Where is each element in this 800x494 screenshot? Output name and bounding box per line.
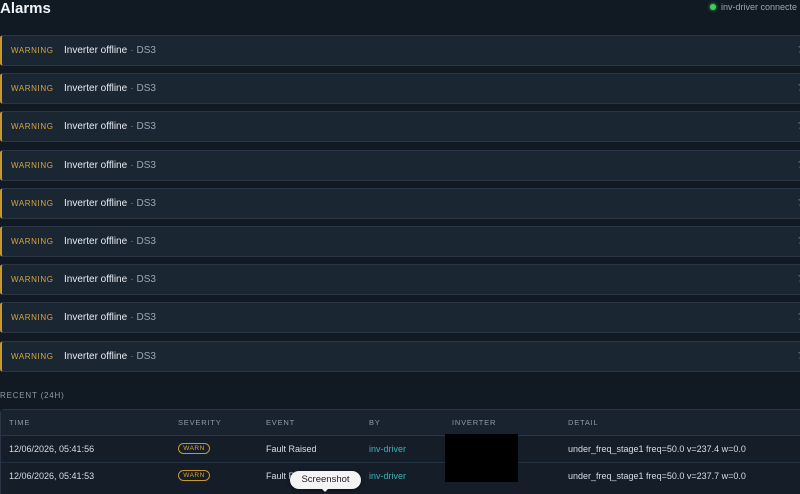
alarm-item[interactable]: WARNING Inverter offline · DS3 7 <box>0 225 800 257</box>
table-row[interactable]: 12/06/2026, 05:41:56 WARN Fault Raised i… <box>1 435 800 463</box>
alarm-message: Inverter offline <box>64 45 128 56</box>
alarm-level: WARNING <box>11 198 54 208</box>
column-header-inverter[interactable]: INVERTER <box>452 418 496 427</box>
alarm-source: DS3 <box>136 312 156 324</box>
table-row[interactable]: 12/06/2026, 05:41:53 WARN Fault R inv-dr… <box>1 462 800 489</box>
alarm-source: DS3 <box>136 350 156 362</box>
alarm-source: DS3 <box>136 159 156 171</box>
alarm-separator: · <box>130 45 134 56</box>
screenshot-tooltip: Screenshot <box>290 471 361 489</box>
severity-badge: WARN <box>178 443 210 454</box>
alarm-item[interactable]: WARNING Inverter offline · DS3 7 <box>0 187 800 219</box>
recent-section-label: RECENT (24H) <box>0 391 65 400</box>
alarm-level: WARNING <box>11 236 54 246</box>
cell-time: 12/06/2026, 05:41:53 <box>9 471 95 481</box>
redacted-inverter-block <box>445 434 518 482</box>
cell-detail: under_freq_stage1 freq=50.0 v=237.7 w=0.… <box>568 471 746 481</box>
alarm-item[interactable]: WARNING Inverter offline · DS3 7 <box>0 149 800 181</box>
alarm-separator: · <box>130 274 134 286</box>
alarm-separator: · <box>130 121 134 133</box>
alarm-separator: · <box>130 312 134 324</box>
column-header-by[interactable]: BY <box>369 418 381 427</box>
column-header-time[interactable]: TIME <box>9 418 30 427</box>
alarm-item[interactable]: WARNING Inverter offline · DS3 7 <box>0 35 800 66</box>
alarm-message: Inverter offline <box>64 312 128 324</box>
column-header-severity[interactable]: SEVERITY <box>178 418 222 427</box>
recent-events-table: TIME SEVERITY EVENT BY INVERTER DETAIL 1… <box>0 409 800 494</box>
cell-by[interactable]: inv-driver <box>369 471 406 481</box>
column-header-detail[interactable]: DETAIL <box>568 418 599 427</box>
alarm-source: DS3 <box>136 121 156 133</box>
alarm-level: WARNING <box>11 84 54 94</box>
alarm-separator: · <box>130 197 134 209</box>
alarm-source: DS3 <box>136 235 156 247</box>
alarm-message: Inverter offline <box>64 350 128 362</box>
alarm-level: WARNING <box>11 313 54 323</box>
alarm-item[interactable]: WARNING Inverter offline · DS3 7 <box>0 340 800 372</box>
cell-time: 12/06/2026, 05:41:56 <box>9 444 95 454</box>
table-header: TIME SEVERITY EVENT BY INVERTER DETAIL <box>1 410 800 436</box>
alarm-source: DS3 <box>136 197 156 209</box>
alarm-level: WARNING <box>11 46 54 55</box>
alarm-message: Inverter offline <box>64 235 128 247</box>
alarm-source: DS3 <box>136 83 156 95</box>
alarm-level: WARNING <box>11 160 54 170</box>
connection-status-label: inv-driver connecte <box>721 2 798 12</box>
alarm-item[interactable]: WARNING Inverter offline · DS3 7 <box>0 302 800 334</box>
alarm-item[interactable]: WARNING Inverter offline · DS3 7 <box>0 111 800 143</box>
active-alarm-list: WARNING Inverter offline · DS3 7 WARNING… <box>0 35 800 379</box>
alarm-item[interactable]: WARNING Inverter offline · DS3 7 <box>0 264 800 296</box>
alarm-source: DS3 <box>136 274 156 286</box>
alarm-message: Inverter offline <box>64 83 128 95</box>
alarm-level: WARNING <box>11 275 54 285</box>
connection-status: inv-driver connecte <box>710 2 797 12</box>
page-title: Alarms <box>0 0 51 17</box>
cell-detail: under_freq_stage1 freq=50.0 v=237.4 w=0.… <box>568 444 746 454</box>
cell-event: Fault Raised <box>266 444 317 454</box>
alarms-page: Alarms inv-driver connecte WARNING Inver… <box>0 0 800 494</box>
alarm-level: WARNING <box>11 351 54 361</box>
alarm-message: Inverter offline <box>64 274 128 286</box>
column-header-event[interactable]: EVENT <box>266 418 295 427</box>
tooltip-arrow-icon <box>321 488 329 492</box>
alarm-level: WARNING <box>11 122 54 132</box>
status-dot-icon <box>710 4 716 10</box>
cell-by[interactable]: inv-driver <box>369 444 406 454</box>
alarm-separator: · <box>130 83 134 95</box>
alarm-separator: · <box>130 350 134 362</box>
alarm-item[interactable]: WARNING Inverter offline · DS3 7 <box>0 73 800 105</box>
alarm-source: DS3 <box>136 45 156 56</box>
alarm-message: Inverter offline <box>64 121 128 133</box>
alarm-separator: · <box>130 159 134 171</box>
alarm-message: Inverter offline <box>64 197 128 209</box>
alarm-message: Inverter offline <box>64 159 128 171</box>
alarm-separator: · <box>130 235 134 247</box>
severity-badge: WARN <box>178 470 210 481</box>
